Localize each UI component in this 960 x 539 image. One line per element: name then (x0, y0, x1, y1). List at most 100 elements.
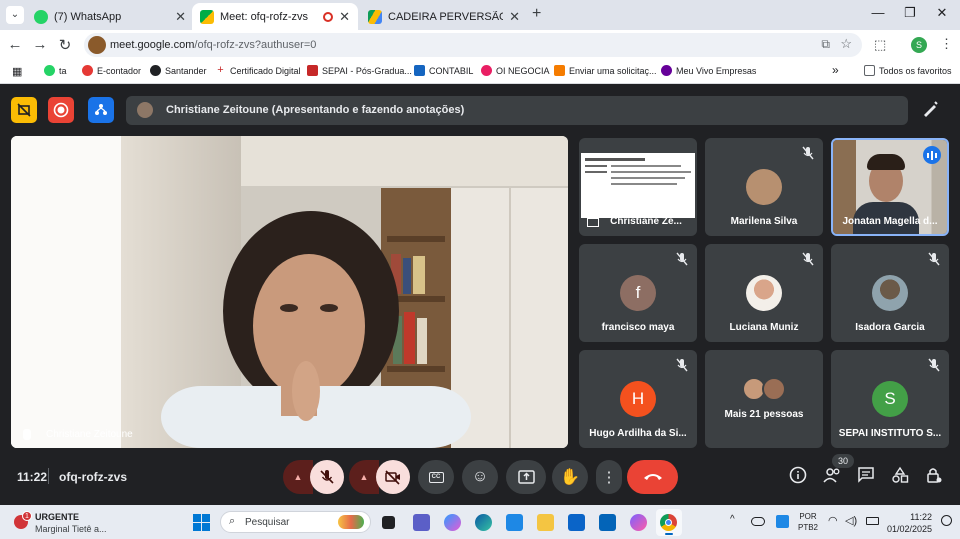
audio-options-button[interactable]: ▲ (283, 460, 313, 494)
language-indicator[interactable]: POR PTB2 (798, 511, 818, 533)
meeting-details-button[interactable] (789, 466, 811, 488)
participant-tile[interactable]: S SEPAI INSTITUTO S... (831, 350, 949, 448)
participant-avatar: f (620, 275, 656, 311)
reload-icon[interactable]: ↻ (55, 36, 75, 54)
bookmark-enviar-solicitacao[interactable]: Enviar uma solicitaç... (554, 65, 657, 76)
chat-icon (858, 467, 874, 483)
copilot-app-icon[interactable] (630, 514, 647, 531)
participant-tile-active-speaker[interactable]: Jonatan Magella d... (831, 138, 949, 236)
present-now-button[interactable] (506, 460, 546, 494)
more-options-button[interactable]: ⋮ (596, 460, 622, 494)
present-screen-icon (517, 470, 535, 484)
bookmark-sepai[interactable]: SEPAI - Pós-Gradua... (307, 65, 412, 76)
onedrive-icon[interactable] (751, 517, 765, 526)
tab-meet[interactable]: Meet: ofq-rofz-zvs ✕ (192, 3, 358, 30)
participant-tile[interactable]: f francisco maya (579, 244, 697, 342)
bookmark-certificado[interactable]: + Certificado Digital (215, 65, 301, 76)
outlook-icon[interactable] (568, 514, 585, 531)
leave-call-button[interactable] (627, 460, 678, 494)
participant-avatar: S (872, 381, 908, 417)
participant-tile[interactable]: H Hugo Ardilha da Si... (579, 350, 697, 448)
presentation-banner: Christiane Zeitoune (Apresentando e faze… (126, 96, 908, 125)
bookmark-e-contador[interactable]: E-contador (82, 65, 141, 76)
new-tab-button[interactable]: + (532, 5, 541, 23)
participant-tile[interactable]: Christiane Ze... (579, 138, 697, 236)
host-controls-button[interactable] (88, 97, 114, 123)
all-favorites-folder[interactable]: Todos os favoritos (864, 65, 952, 76)
camera-toggle-button[interactable] (376, 460, 410, 494)
people-button[interactable] (822, 466, 844, 488)
participant-name: Marilena Silva (730, 216, 798, 227)
volume-icon[interactable]: ◁) (845, 514, 857, 527)
tab-whatsapp[interactable]: (7) WhatsApp ✕ (26, 3, 194, 30)
news-widget[interactable]: 1 URGENTE Marginal Tietê a... (10, 509, 120, 535)
reactions-button[interactable]: ☺ (462, 460, 498, 494)
participant-name: Luciana Muniz (729, 322, 799, 333)
shared-screen-thumbnail (581, 153, 695, 218)
chrome-taskbar-button[interactable] (656, 509, 682, 536)
video-options-button[interactable]: ▲ (349, 460, 379, 494)
open-in-app-icon[interactable]: ⧉ (821, 37, 830, 52)
participant-tile[interactable]: Marilena Silva (705, 138, 823, 236)
apps-grid-icon[interactable]: ▦ (12, 65, 22, 78)
more-participants-tile[interactable]: Mais 21 pessoas (705, 350, 823, 448)
bookmarks-overflow-icon[interactable]: » (832, 63, 839, 77)
file-explorer-icon[interactable] (537, 514, 554, 531)
whatsapp-icon (44, 65, 55, 76)
bookmark-ta[interactable]: ta (44, 65, 67, 76)
participant-name: Christiane Ze... (610, 216, 682, 227)
raise-hand-button[interactable]: ✋ (552, 460, 588, 494)
no-presenting-icon (17, 103, 31, 117)
activities-button[interactable] (891, 466, 913, 488)
participant-tile[interactable]: Luciana Muniz (705, 244, 823, 342)
edge-icon[interactable] (475, 514, 492, 531)
copilot-icon[interactable] (444, 514, 461, 531)
restore-icon[interactable]: ❐ (896, 5, 924, 21)
system-clock[interactable]: 11:22 01/02/2025 (880, 511, 932, 535)
battery-icon[interactable] (866, 517, 879, 525)
recording-button[interactable] (48, 97, 74, 123)
tab-google-drive[interactable]: CADEIRA PERVERSÃO: FUNDAM ✕ (360, 3, 528, 30)
bookmark-oi-negocia[interactable]: OI NEGOCIA (481, 65, 550, 76)
annotate-button[interactable] (920, 99, 946, 123)
bookmark-meu-vivo[interactable]: Meu Vivo Empresas (661, 65, 756, 76)
minimize-icon[interactable]: — (864, 5, 892, 20)
show-hidden-icons[interactable]: ^ (730, 514, 735, 525)
bookmark-star-icon[interactable]: ☆ (840, 36, 852, 52)
task-view-icon[interactable] (382, 516, 395, 529)
outlook-classic-icon[interactable] (599, 514, 616, 531)
address-bar[interactable]: meet.google.com/ofq-rofz-zvs?authuser=0 … (84, 33, 862, 57)
microphone-toggle-button[interactable] (310, 460, 344, 494)
close-tab-icon[interactable]: ✕ (175, 9, 186, 25)
bookmark-label: SEPAI - Pós-Gradua... (322, 65, 412, 76)
tray-app-icon[interactable] (776, 515, 789, 528)
menu-kebab-icon[interactable]: ⋮ (940, 36, 953, 52)
bookmark-contabil[interactable]: CONTABIL (414, 65, 473, 76)
start-button[interactable] (193, 514, 210, 531)
clock-date: 01/02/2025 (886, 524, 932, 534)
stop-presenting-button[interactable] (11, 97, 37, 123)
chat-button[interactable] (857, 466, 879, 488)
close-window-icon[interactable]: ✕ (928, 5, 956, 21)
store-icon[interactable] (506, 514, 523, 531)
meeting-code: ofq-rofz-zvs (59, 470, 127, 484)
news-title: URGENTE (35, 512, 80, 522)
extensions-icon[interactable]: ⬚ (874, 37, 886, 53)
bookmark-santander[interactable]: Santander (150, 65, 207, 76)
wifi-icon[interactable]: ◠ (828, 514, 838, 527)
captions-button[interactable]: CC (418, 460, 454, 494)
back-icon[interactable]: ← (5, 36, 25, 53)
tab-search-button[interactable]: ⌄ (6, 6, 24, 24)
notification-center-icon[interactable] (941, 515, 952, 526)
close-tab-icon[interactable]: ✕ (339, 9, 350, 25)
site-info-icon[interactable] (88, 36, 106, 54)
host-controls-lock-button[interactable] (925, 466, 947, 488)
main-video-tile[interactable]: Christiane Zeitoune (11, 136, 568, 448)
people-network-icon (95, 104, 107, 115)
participant-tile[interactable]: Isadora Garcia (831, 244, 949, 342)
taskbar-search-box[interactable]: ⌕ Pesquisar (220, 511, 371, 533)
profile-avatar[interactable]: S (911, 37, 927, 53)
teams-icon[interactable] (413, 514, 430, 531)
forward-icon[interactable]: → (30, 36, 50, 53)
close-tab-icon[interactable]: ✕ (509, 9, 520, 25)
